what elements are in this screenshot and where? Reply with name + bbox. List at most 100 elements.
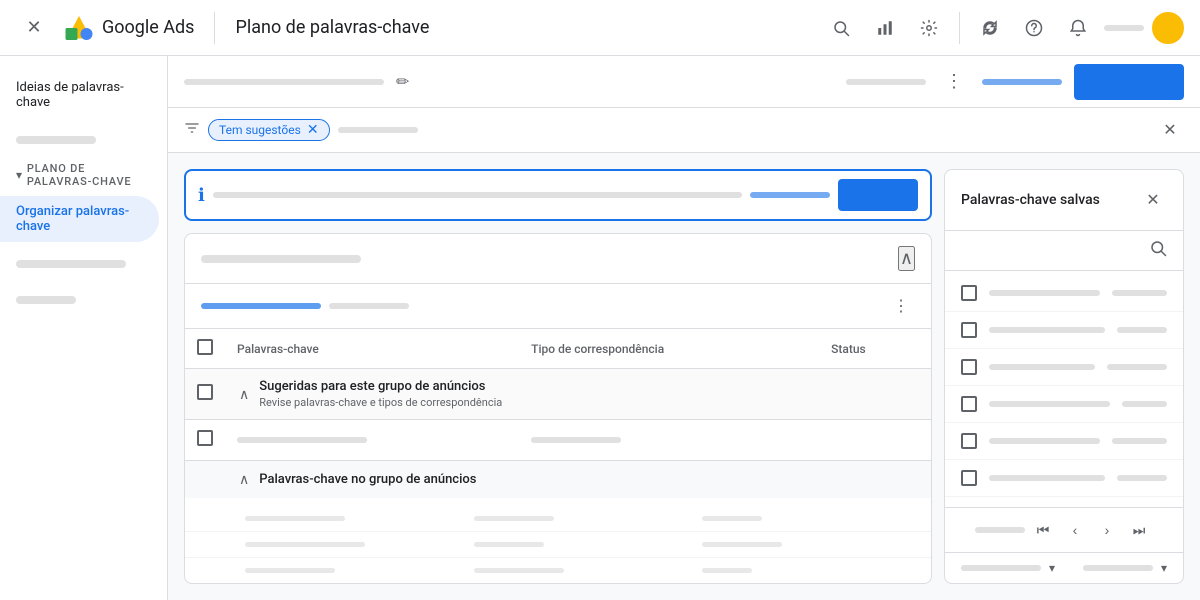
saved-kw-name-1 (989, 290, 1100, 296)
th-status: Status (819, 329, 931, 369)
saved-kw-checkbox-3[interactable] (961, 359, 977, 375)
suggested-sub: Revise palavras-chave e tipos de corresp… (259, 396, 502, 409)
match-placeholder (531, 437, 621, 443)
sidebar-item-organizar[interactable]: Organizar palavras-chave (0, 196, 159, 242)
saved-kw-checkbox-1[interactable] (961, 285, 977, 301)
saved-kw-checkbox-5[interactable] (961, 433, 977, 449)
er3-status (702, 568, 752, 573)
content-title-placeholder (184, 79, 384, 85)
sidebar-item-ideias-label: Ideias de palavras-chave (16, 80, 143, 110)
right-panel-header: Palavras-chave salvas ✕ (945, 170, 1183, 231)
chart-button[interactable] (867, 10, 903, 46)
saved-kw-item-7 (945, 497, 1183, 507)
filter-placeholder (338, 127, 418, 133)
card-collapse-button[interactable]: ∧ (898, 246, 915, 271)
first-page-button[interactable]: ⏮ (1029, 516, 1057, 544)
sidebar-placeholder-2 (16, 260, 126, 268)
brand-name: Google Ads (102, 17, 194, 38)
er2-match (474, 542, 544, 547)
suggested-checkbox-cell (185, 369, 225, 420)
saved-kw-checkbox-2[interactable] (961, 322, 977, 338)
search-link-placeholder (750, 192, 830, 198)
saved-kw-checkbox-6[interactable] (961, 470, 977, 486)
suggested-kw-status (819, 420, 931, 461)
suggested-kw-checkbox[interactable] (197, 430, 213, 446)
settings-button[interactable] (911, 10, 947, 46)
main-layout: Ideias de palavras-chave ▾ Plano de pala… (0, 56, 1200, 600)
table-header-row: Palavras-chave Tipo de correspondência S… (185, 329, 931, 369)
ad-group-section-content: ∧ Palavras-chave no grupo de anúncios (225, 461, 931, 499)
header-menu-button[interactable]: ⋮ (938, 66, 970, 98)
th-checkbox (185, 329, 225, 369)
saved-kw-val-4 (1122, 401, 1167, 407)
search-section: ℹ (184, 169, 932, 221)
help-button[interactable] (1016, 10, 1052, 46)
last-page-button[interactable]: ⏭ (1125, 516, 1153, 544)
edit-icon[interactable]: ✏ (396, 72, 409, 91)
saved-kw-item-4 (945, 386, 1183, 423)
er2-status (702, 542, 782, 547)
suggested-section-row: ∧ Sugeridas para este grupo de anúncios … (185, 369, 931, 420)
search-icon (832, 19, 850, 37)
header-action-placeholder (846, 79, 926, 85)
saved-kw-name-3 (989, 364, 1095, 370)
adgroup-checkbox-cell (185, 461, 225, 499)
main-content: ✏ ⋮ Tem sugestões ✕ ✕ ℹ (168, 56, 1200, 600)
empty-rows-area (185, 498, 931, 584)
page-title: Plano de palavras-chave (235, 17, 811, 38)
saved-kw-item-2 (945, 312, 1183, 349)
suggested-checkbox[interactable] (197, 384, 213, 400)
content-header: ✏ ⋮ (168, 56, 1200, 108)
prev-page-button[interactable]: ‹ (1061, 516, 1089, 544)
refresh-button[interactable] (972, 10, 1008, 46)
help-icon (1025, 19, 1043, 37)
adgroup-expand-button[interactable]: ∧ (237, 469, 251, 490)
adgroup-section-label: Palavras-chave no grupo de anúncios (259, 472, 476, 487)
close-button[interactable]: ✕ (16, 10, 52, 46)
saved-kw-checkbox-4[interactable] (961, 396, 977, 412)
right-panel-title: Palavras-chave salvas (961, 192, 1139, 208)
chart-icon (876, 19, 894, 37)
er1-status (702, 516, 762, 521)
settings-icon (920, 19, 938, 37)
filter-close-button[interactable]: ✕ (1156, 116, 1184, 144)
brand-logo: Google Ads (64, 13, 194, 43)
search-button[interactable] (823, 10, 859, 46)
sidebar-item-ideias[interactable]: Ideias de palavras-chave (0, 72, 159, 118)
sidebar-section-plano[interactable]: ▾ Plano de palavras-chave (0, 154, 167, 196)
avatar[interactable] (1152, 12, 1184, 44)
filter-chip-suggestions: Tem sugestões ✕ (208, 119, 330, 141)
panel-search-icon[interactable] (1149, 239, 1167, 262)
subheader-menu-button[interactable]: ⋮ (887, 292, 915, 320)
keywords-card: ∧ ⋮ (184, 233, 932, 584)
th-match-type: Tipo de correspondência (519, 329, 819, 369)
kw-placeholder (237, 437, 367, 443)
next-page-button[interactable]: › (1093, 516, 1121, 544)
refresh-icon (981, 19, 999, 37)
account-placeholder (1104, 25, 1144, 31)
empty-row-2 (185, 532, 931, 558)
right-panel-close-button[interactable]: ✕ (1139, 186, 1167, 214)
saved-kw-val-1 (1112, 290, 1167, 296)
panel-bottom-right-placeholder (1083, 565, 1153, 571)
add-button[interactable] (1074, 64, 1184, 100)
saved-kw-val-6 (1117, 475, 1167, 481)
google-ads-logo-icon (64, 13, 94, 43)
suggested-kw-match (519, 420, 819, 461)
filter-chip-close[interactable]: ✕ (305, 122, 321, 138)
main-panel: ℹ ∧ ⋮ (184, 169, 932, 584)
subheader-placeholder (329, 303, 409, 309)
select-all-checkbox[interactable] (197, 339, 213, 355)
panel-pagination: ⏮ ‹ › ⏭ (945, 507, 1183, 552)
filter-icon (184, 120, 200, 140)
saved-kw-item-6 (945, 460, 1183, 497)
right-panel: Palavras-chave salvas ✕ (944, 169, 1184, 584)
suggested-kw-checkbox-cell (185, 420, 225, 461)
er2-kw (245, 542, 365, 547)
search-submit-button[interactable] (838, 179, 918, 211)
er1-match (474, 516, 554, 521)
notifications-button[interactable] (1060, 10, 1096, 46)
suggested-expand-button[interactable]: ∧ (237, 384, 251, 405)
empty-row-3 (185, 558, 931, 583)
sidebar-placeholder-3 (16, 296, 76, 304)
